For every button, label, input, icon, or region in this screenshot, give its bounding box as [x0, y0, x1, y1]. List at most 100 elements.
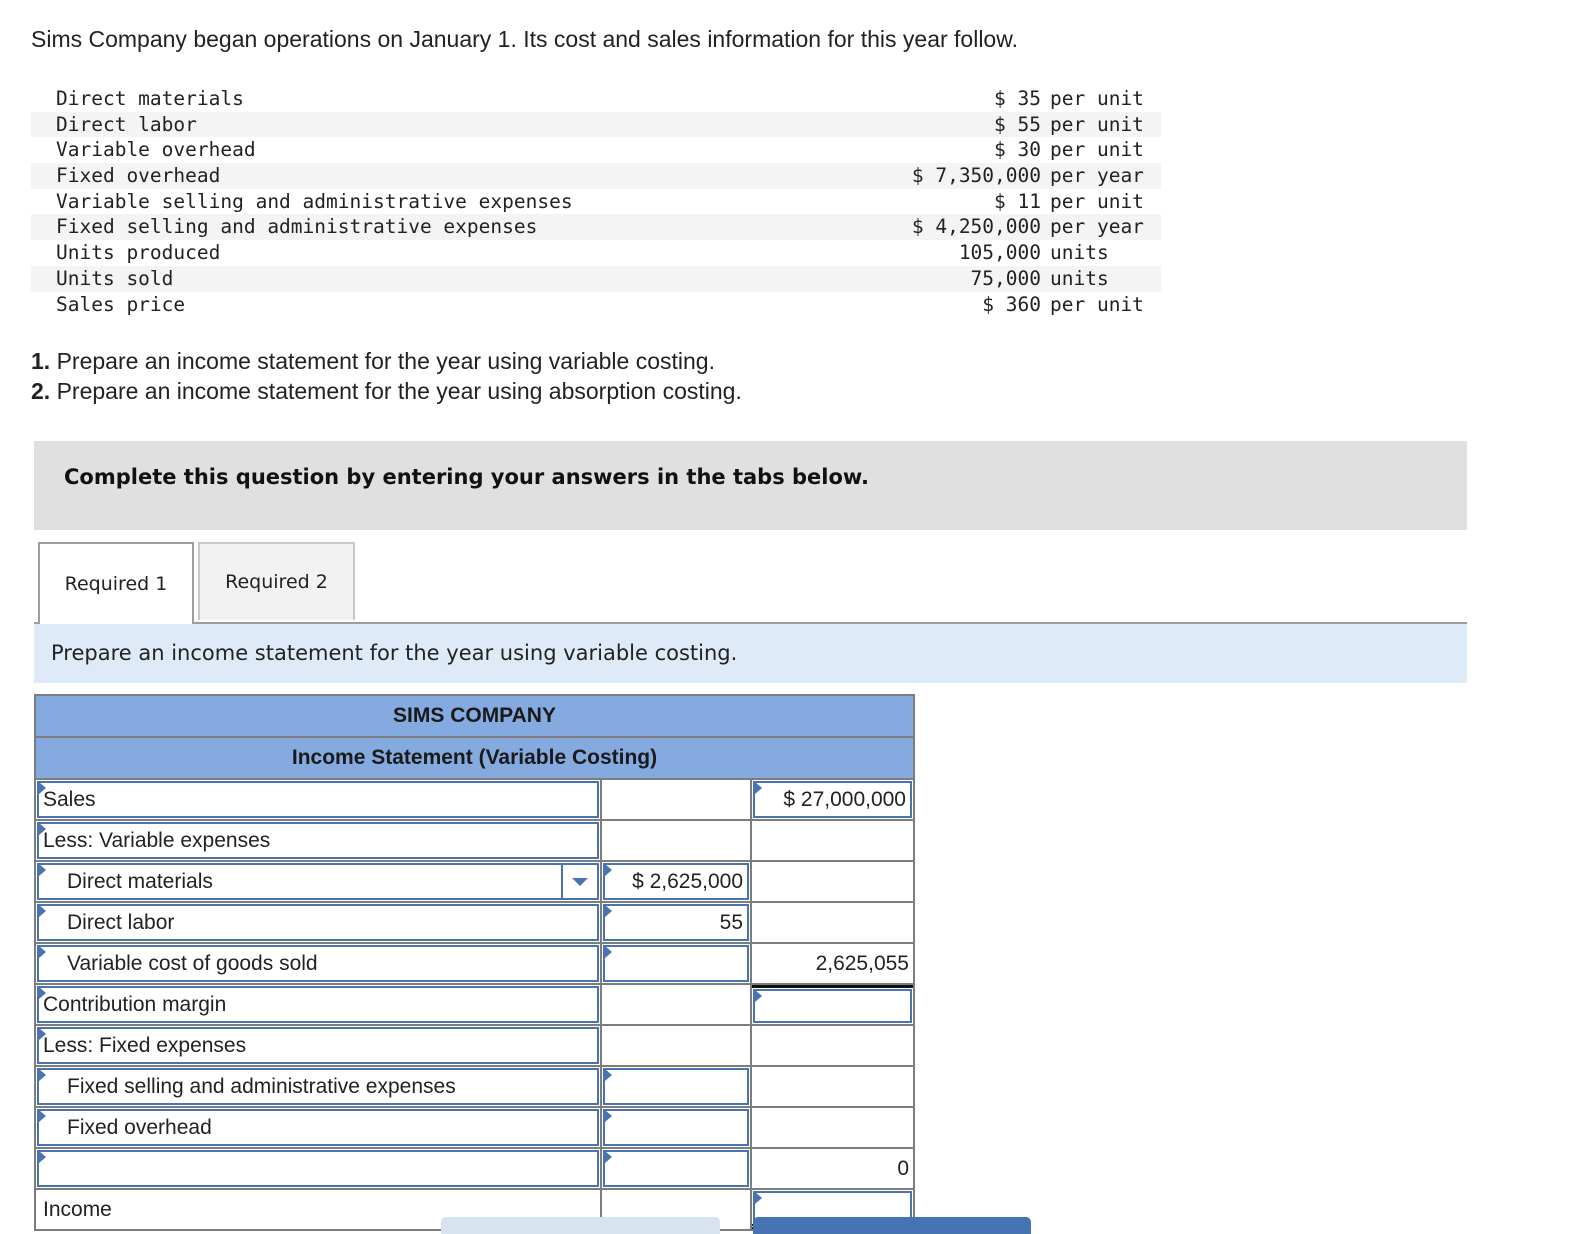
label-input[interactable]: Variable cost of goods sold — [37, 945, 599, 982]
given-amount: $ 11 — [994, 189, 1041, 213]
total-cell: 0 — [752, 1149, 913, 1188]
statement-row: Variable cost of goods sold 2,625,055 — [36, 944, 913, 985]
row-label: Contribution margin — [43, 992, 227, 1016]
given-row: Variable overhead $ 30 per unit — [31, 137, 1161, 163]
amount-input[interactable]: 55 — [603, 904, 749, 941]
amount-cell — [602, 821, 752, 860]
requirement-1: 1. Prepare an income statement for the y… — [31, 346, 742, 376]
chevron-down-icon[interactable] — [561, 865, 597, 898]
given-row: Units sold 75,000 units — [31, 265, 1161, 292]
given-unit: units — [1050, 266, 1109, 290]
given-unit: per year — [1050, 215, 1144, 239]
given-amount: $ 360 — [982, 292, 1041, 316]
statement-row: Sales $ 27,000,000 — [36, 780, 913, 821]
total-value: 2,625,055 — [815, 951, 909, 975]
amount-cell — [602, 985, 752, 1024]
given-row: Variable selling and administrative expe… — [31, 189, 1161, 215]
given-unit: per unit — [1050, 292, 1144, 316]
given-amount: $ 7,350,000 — [911, 164, 1041, 188]
given-unit: per unit — [1050, 189, 1144, 213]
amount-value: $ 2,625,000 — [632, 869, 743, 893]
flag-icon — [39, 864, 46, 876]
total-input[interactable]: $ 27,000,000 — [753, 781, 912, 818]
requirement-number: 1. — [31, 348, 51, 374]
flag-icon — [605, 1069, 612, 1081]
given-data-table: Direct materials $ 35 per unit Direct labo… — [31, 86, 1161, 317]
row-label: Direct labor — [67, 910, 175, 934]
tab-instruction: Prepare an income statement for the year… — [34, 624, 1467, 683]
company-name: SIMS COMPANY — [36, 696, 913, 738]
statement-row: Fixed selling and administrative expense… — [36, 1067, 913, 1108]
total-cell — [752, 1067, 913, 1106]
flag-icon — [605, 946, 612, 958]
tab-required-2[interactable]: Required 2 — [198, 542, 355, 620]
label-input[interactable]: Contribution margin — [37, 986, 599, 1023]
statement-row: Less: Variable expenses — [36, 821, 913, 862]
flag-icon — [755, 990, 762, 1002]
flag-icon — [605, 864, 612, 876]
total-cell — [752, 1108, 913, 1147]
flag-icon — [605, 905, 612, 917]
problem-intro: Sims Company began operations on January… — [31, 26, 1018, 52]
next-button[interactable] — [753, 1217, 1031, 1234]
amount-input[interactable]: $ 2,625,000 — [603, 863, 749, 900]
label-input[interactable] — [37, 1150, 599, 1187]
given-label: Sales price — [56, 292, 186, 316]
row-label: Variable cost of goods sold — [67, 951, 318, 975]
total-value: 0 — [897, 1156, 909, 1180]
amount-cell — [602, 1026, 752, 1065]
amount-value: 55 — [719, 910, 743, 934]
label-select[interactable]: Direct materials — [37, 863, 599, 900]
label-input[interactable]: Less: Variable expenses — [37, 822, 599, 859]
given-label: Variable overhead — [56, 138, 256, 162]
requirement-2: 2. Prepare an income statement for the y… — [31, 376, 742, 406]
total-cell — [752, 1026, 913, 1065]
row-label: Direct materials — [67, 869, 213, 893]
tab-required-1[interactable]: Required 1 — [38, 542, 194, 624]
given-row: Fixed overhead $ 7,350,000 per year — [31, 163, 1161, 189]
amount-input[interactable] — [603, 1068, 749, 1105]
given-label: Direct materials — [56, 87, 244, 110]
total-value: $ 27,000,000 — [783, 787, 906, 811]
row-label: Income — [43, 1197, 112, 1221]
requirements-list: 1. Prepare an income statement for the y… — [31, 346, 742, 406]
requirement-text: Prepare an income statement for the year… — [50, 378, 742, 404]
row-label: Less: Fixed expenses — [43, 1033, 247, 1057]
prev-button[interactable] — [441, 1217, 720, 1234]
given-row: Direct labor $ 55 per unit — [31, 111, 1161, 138]
statement-row: Contribution margin — [36, 985, 913, 1026]
given-row: Fixed selling and administrative expense… — [31, 214, 1161, 241]
flag-icon — [605, 1151, 612, 1163]
label-input[interactable]: Direct labor — [37, 904, 599, 941]
amount-input[interactable] — [603, 945, 749, 982]
flag-icon — [39, 1028, 46, 1040]
given-label: Direct labor — [56, 112, 197, 136]
amount-cell — [602, 780, 752, 819]
given-label: Fixed selling and administrative expense… — [56, 215, 538, 239]
amount-input[interactable] — [603, 1150, 749, 1187]
flag-icon — [39, 782, 46, 794]
label-input[interactable]: Less: Fixed expenses — [37, 1027, 599, 1064]
given-label: Fixed overhead — [56, 164, 221, 188]
flag-icon — [39, 905, 46, 917]
label-input[interactable]: Fixed selling and administrative expense… — [37, 1068, 599, 1105]
requirement-number: 2. — [31, 378, 51, 404]
banner-text: Complete this question by entering your … — [64, 465, 869, 489]
label-input[interactable]: Sales — [37, 781, 599, 818]
amount-input[interactable] — [603, 1109, 749, 1146]
statement-title: Income Statement (Variable Costing) — [36, 738, 913, 780]
statement-row: Direct materials $ 2,625,000 — [36, 862, 913, 903]
flag-icon — [605, 1110, 612, 1122]
flag-icon — [39, 946, 46, 958]
given-amount: $ 4,250,000 — [911, 215, 1041, 239]
given-amount: $ 35 — [994, 87, 1041, 110]
label-input[interactable]: Fixed overhead — [37, 1109, 599, 1146]
instruction-text: Prepare an income statement for the year… — [51, 641, 738, 665]
given-unit: per unit — [1050, 138, 1144, 162]
row-label: Fixed selling and administrative expense… — [67, 1074, 456, 1098]
given-unit: units — [1050, 241, 1109, 265]
total-cell — [752, 821, 913, 860]
total-input[interactable] — [753, 989, 912, 1023]
given-unit: per year — [1050, 164, 1144, 188]
flag-icon — [755, 782, 762, 794]
